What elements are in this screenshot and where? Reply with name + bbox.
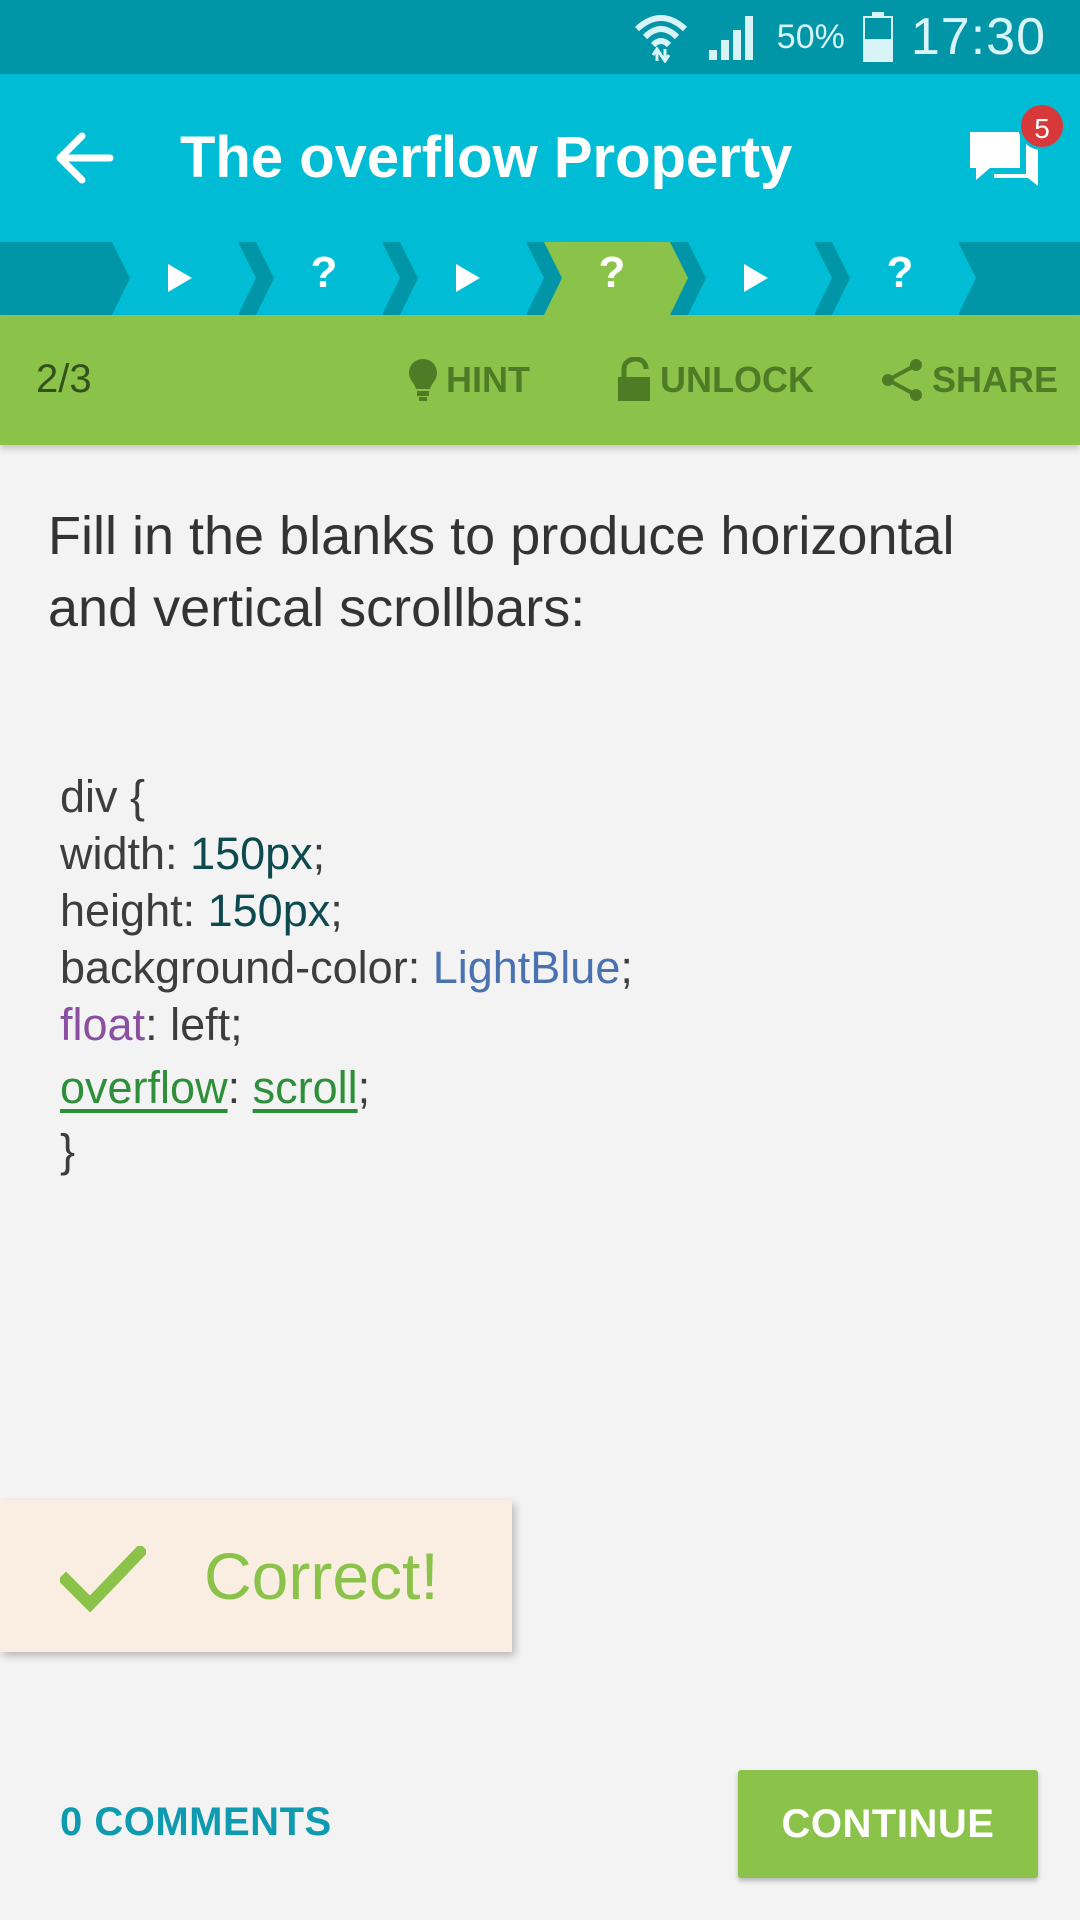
- question-counter: 2/3: [36, 357, 92, 401]
- code-line: background-color: LightBlue;: [60, 939, 633, 996]
- question-text: Fill in the blanks to produce horizontal…: [48, 506, 955, 638]
- code-line: height: 150px;: [60, 882, 633, 939]
- code-line: overflow: scroll;: [60, 1059, 633, 1116]
- share-label: SHARE: [932, 359, 1059, 400]
- clock: 17:30: [910, 8, 1046, 66]
- lightbulb-icon: [409, 359, 437, 401]
- code-punct: ;: [330, 885, 343, 936]
- code-value: 150px: [207, 885, 331, 936]
- wifi-icon: [633, 11, 689, 63]
- hint-label: HINT: [446, 359, 530, 400]
- code-punct: ;: [312, 828, 326, 879]
- code-selector: div {: [60, 771, 146, 822]
- checkmark-icon: [60, 1546, 146, 1612]
- code-property: background-color:: [60, 942, 433, 993]
- code-line: width: 150px;: [60, 825, 633, 882]
- code-punct: ;: [620, 942, 633, 993]
- share-button[interactable]: SHARE: [880, 357, 1058, 403]
- step-quiz-label[interactable]: ?: [294, 248, 354, 298]
- continue-button[interactable]: CONTINUE: [738, 1770, 1038, 1878]
- blank-answer-2[interactable]: scroll: [253, 1062, 358, 1113]
- battery-percent: 50%: [776, 17, 845, 56]
- code-value: LightBlue: [432, 942, 621, 993]
- step-quiz-label-active[interactable]: ?: [582, 248, 642, 298]
- comments-link[interactable]: 0 COMMENTS: [60, 1800, 332, 1845]
- code-line: float: left;: [60, 996, 633, 1053]
- unlock-label: UNLOCK: [660, 359, 814, 400]
- lesson-progress: ? ? ?: [0, 242, 1080, 315]
- share-icon: [882, 359, 922, 401]
- code-property: height:: [60, 885, 208, 936]
- signal-icon: [707, 12, 759, 62]
- battery-icon: [862, 12, 893, 62]
- back-arrow-icon: [56, 132, 114, 184]
- status-bar: 50% 17:30: [0, 0, 1080, 74]
- hint-button[interactable]: HINT: [408, 357, 530, 403]
- page-title: The overflow Property: [180, 125, 793, 190]
- app-bar: The overflow Property 5: [0, 74, 1080, 242]
- blank-answer-1[interactable]: overflow: [60, 1062, 228, 1113]
- code-value: 150px: [190, 828, 313, 879]
- notification-badge: 5: [1018, 102, 1066, 150]
- code-closing-brace: }: [60, 1125, 76, 1176]
- feedback-text: Correct!: [204, 1539, 439, 1613]
- unlock-button[interactable]: UNLOCK: [616, 357, 814, 403]
- feedback-panel: Correct!: [0, 1500, 512, 1652]
- code-property: width:: [60, 828, 191, 879]
- unlock-icon: [618, 357, 650, 401]
- code-value: : left;: [145, 999, 243, 1050]
- code-line: }: [60, 1122, 633, 1179]
- step-quiz-label[interactable]: ?: [870, 248, 930, 298]
- lesson-toolbar: 2/3 HINT UNLOCK SHARE: [0, 315, 1080, 445]
- code-property: float: [60, 999, 146, 1050]
- back-button[interactable]: [50, 124, 118, 192]
- code-punct: ;: [357, 1062, 371, 1113]
- code-block: div { width: 150px; height: 150px; backg…: [60, 768, 633, 1179]
- code-punct: :: [227, 1062, 253, 1113]
- code-line: div {: [60, 768, 633, 825]
